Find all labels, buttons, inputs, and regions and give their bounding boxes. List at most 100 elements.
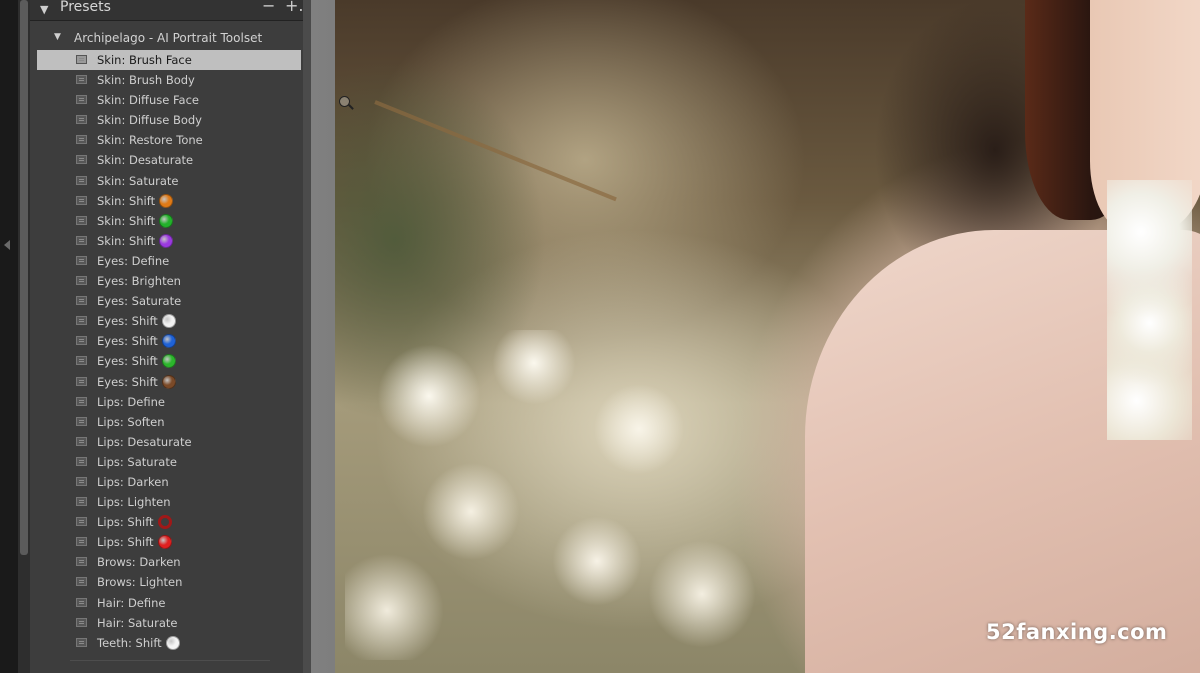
panel-divider-line [70, 660, 270, 661]
preset-label: Skin: Shift [97, 193, 156, 208]
preset-doc-icon [76, 155, 87, 165]
preset-doc-icon [76, 617, 87, 627]
preset-item[interactable]: Skin: Shift [37, 191, 301, 211]
preset-doc-icon [76, 416, 87, 426]
photo-canvas[interactable] [335, 0, 1200, 673]
preset-label: Eyes: Shift [97, 374, 158, 389]
preset-label: Skin: Diffuse Body [97, 113, 202, 128]
triangle-down-icon[interactable]: ▼ [54, 32, 61, 42]
preset-item[interactable]: Lips: Saturate [37, 452, 301, 472]
triangle-down-icon[interactable]: ▼ [40, 3, 48, 16]
preset-label: Skin: Restore Tone [97, 133, 203, 148]
preset-item[interactable]: Lips: Lighten [37, 492, 301, 512]
preset-item[interactable]: Skin: Saturate [37, 171, 301, 191]
preset-group-label: Archipelago - AI Portrait Toolset [74, 31, 263, 45]
color-swatch-icon [166, 635, 180, 650]
preset-label: Teeth: Shift [97, 635, 162, 650]
preset-label: Lips: Saturate [97, 454, 177, 469]
preset-doc-icon [76, 55, 87, 64]
color-swatch-icon [158, 515, 172, 530]
preset-item[interactable]: Skin: Diffuse Body [37, 110, 301, 130]
preset-doc-icon [76, 396, 87, 406]
preset-item[interactable]: Teeth: Shift [37, 633, 301, 653]
preset-label: Lips: Shift [97, 535, 154, 550]
preset-item[interactable]: Brows: Lighten [37, 572, 301, 592]
preset-doc-icon [76, 75, 87, 85]
preset-label: Lips: Darken [97, 474, 169, 489]
presets-panel-header[interactable]: ▼ Presets − +. [30, 0, 310, 21]
preset-item[interactable]: Eyes: Define [37, 251, 301, 271]
color-swatch-icon [162, 334, 176, 349]
preset-label: Skin: Brush Face [97, 53, 192, 67]
color-swatch-icon [159, 193, 173, 208]
preset-doc-icon [76, 336, 87, 346]
preset-label: Lips: Shift [97, 515, 154, 530]
preset-doc-icon [76, 215, 87, 225]
preset-label: Eyes: Shift [97, 314, 158, 329]
preset-doc-icon [76, 95, 87, 105]
preset-item[interactable]: Lips: Define [37, 392, 301, 412]
preset-doc-icon [76, 557, 87, 567]
preset-label: Lips: Define [97, 394, 165, 409]
preset-doc-icon [76, 497, 87, 507]
preset-item[interactable]: Lips: Shift [37, 512, 301, 532]
preset-item[interactable]: Hair: Saturate [37, 613, 301, 633]
preset-label: Brows: Lighten [97, 575, 183, 590]
preset-label: Skin: Brush Body [97, 73, 195, 88]
preset-item[interactable]: Skin: Shift [37, 211, 301, 231]
preset-label: Lips: Soften [97, 414, 165, 429]
preset-item[interactable]: Eyes: Shift [37, 311, 301, 331]
branch-shape [374, 100, 617, 202]
preset-doc-icon [76, 235, 87, 245]
preset-item[interactable]: Lips: Darken [37, 472, 301, 492]
blossom-shapes [345, 330, 765, 660]
preset-item[interactable]: Eyes: Brighten [37, 271, 301, 291]
preset-group-archipelago[interactable]: ▼ Archipelago - AI Portrait Toolset [30, 29, 310, 49]
preset-label: Eyes: Saturate [97, 294, 182, 309]
preset-doc-icon [76, 637, 87, 647]
preset-item[interactable]: Skin: Restore Tone [37, 130, 301, 150]
preset-item[interactable]: Hair: Define [37, 593, 301, 613]
preset-doc-icon [76, 175, 87, 185]
preset-label: Skin: Desaturate [97, 153, 194, 168]
color-swatch-icon [159, 233, 173, 248]
preset-item[interactable]: Skin: Brush Face [37, 50, 301, 71]
preset-item[interactable]: Skin: Desaturate [37, 150, 301, 170]
preset-item[interactable]: Eyes: Shift [37, 372, 301, 392]
preset-doc-icon [76, 537, 87, 547]
preset-label: Skin: Saturate [97, 173, 179, 188]
preset-label: Eyes: Brighten [97, 274, 181, 289]
preset-doc-icon [76, 456, 87, 466]
preset-doc-icon [76, 115, 87, 125]
zoom-cursor-icon [339, 96, 350, 107]
preset-doc-icon [76, 356, 87, 366]
preset-doc-icon [76, 597, 87, 607]
preset-doc-icon [76, 276, 87, 286]
preset-label: Eyes: Define [97, 253, 170, 268]
preset-doc-icon [76, 296, 87, 306]
preset-label: Hair: Define [97, 595, 166, 610]
preset-item[interactable]: Eyes: Shift [37, 331, 301, 351]
preset-item[interactable]: Eyes: Shift [37, 351, 301, 371]
preset-label: Skin: Diffuse Face [97, 93, 199, 108]
panel-title: Presets [60, 0, 111, 15]
preset-item[interactable]: Skin: Brush Body [37, 70, 301, 90]
panel-divider[interactable] [303, 0, 335, 673]
preset-item[interactable]: Lips: Soften [37, 412, 301, 432]
preset-doc-icon [76, 195, 87, 205]
preset-item[interactable]: Eyes: Saturate [37, 291, 301, 311]
left-edge-strip [0, 0, 18, 673]
preset-label: Brows: Darken [97, 555, 181, 570]
preset-item[interactable]: Lips: Shift [37, 532, 301, 552]
preset-item[interactable]: Skin: Shift [37, 231, 301, 251]
color-swatch-icon [162, 354, 176, 369]
panel-scrollbar-thumb[interactable] [20, 0, 28, 555]
preset-item[interactable]: Skin: Diffuse Face [37, 90, 301, 110]
color-swatch-icon [158, 535, 172, 550]
add-preset-button[interactable]: +. [285, 0, 304, 15]
preset-doc-icon [76, 577, 87, 587]
remove-preset-button[interactable]: − [262, 0, 275, 15]
preset-item[interactable]: Brows: Darken [37, 552, 301, 572]
preset-item[interactable]: Lips: Desaturate [37, 432, 301, 452]
expand-left-panel-icon[interactable] [4, 240, 10, 250]
